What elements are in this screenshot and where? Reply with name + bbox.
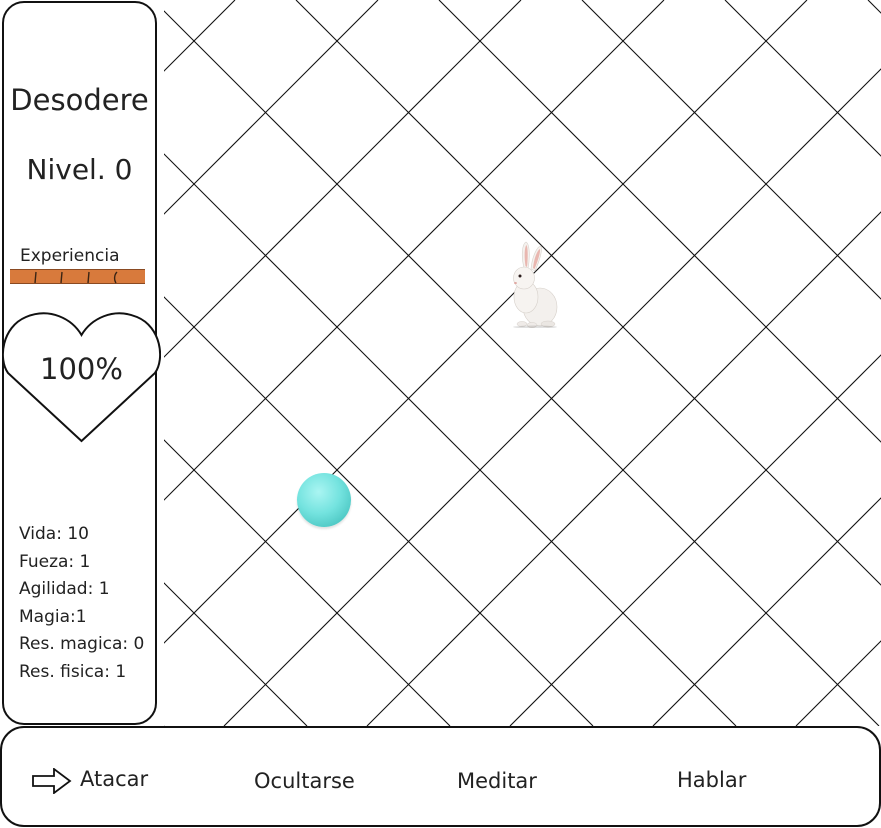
character-name: Desodere [10, 83, 149, 117]
talk-button[interactable]: Hablar [677, 768, 746, 792]
stat-agilidad: Agilidad: 1 [19, 579, 110, 599]
health-heart: 100% [2, 309, 161, 445]
character-panel: Desodere Nivel. 0 Experiencia 100% Vida:… [2, 1, 161, 725]
arrow-right-icon [32, 768, 72, 794]
rabbit-enemy[interactable] [502, 238, 560, 328]
stat-vida: Vida: 10 [19, 524, 89, 544]
experience-label: Experiencia [20, 246, 120, 266]
diamond-grid [164, 0, 881, 726]
stats-list: Vida: 10 Fueza: 1 Agilidad: 1 Magia:1 Re… [19, 521, 144, 686]
experience-bar-ticks [34, 271, 118, 284]
health-percent: 100% [40, 352, 123, 386]
meditate-button[interactable]: Meditar [457, 769, 537, 793]
player-orb[interactable] [297, 473, 351, 527]
attack-button[interactable]: Atacar [80, 767, 148, 791]
stat-magia: Magia:1 [19, 606, 87, 627]
character-level: Nivel. 0 [26, 153, 133, 186]
stat-fuerza: Fueza: 1 [19, 551, 91, 572]
action-bar: Atacar Ocultarse Meditar Hablar [0, 726, 881, 827]
game-board[interactable] [164, 0, 881, 726]
stat-res-fisica: Res. fisica: 1 [19, 661, 127, 682]
hide-button[interactable]: Ocultarse [254, 769, 355, 793]
stat-res-magica: Res. magica: 0 [19, 634, 145, 654]
experience-bar [10, 269, 145, 284]
